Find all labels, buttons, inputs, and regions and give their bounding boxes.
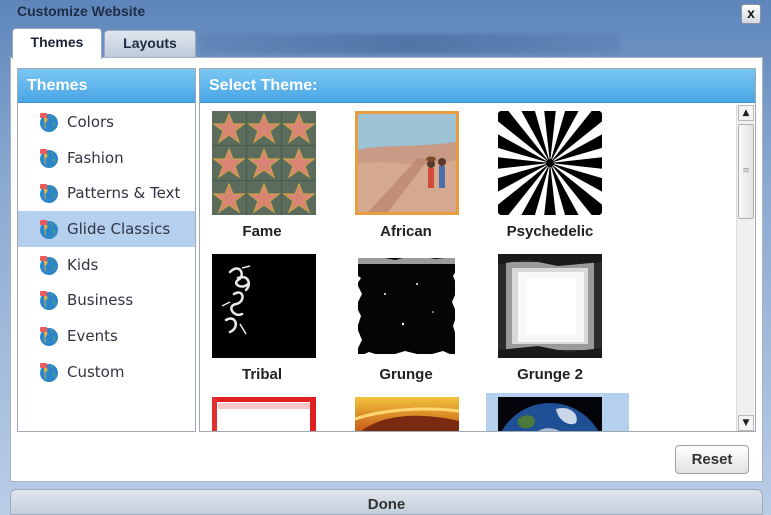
african-painting-icon — [358, 114, 456, 212]
category-label: Events — [67, 326, 118, 345]
category-label: Glide Classics — [67, 219, 171, 238]
globe-icon — [40, 112, 58, 132]
star-pattern-icon — [212, 111, 316, 215]
category-label: Patterns & Text — [67, 184, 181, 203]
theme-thumb-grunge-2[interactable] — [498, 254, 602, 358]
tribal-swirl-icon — [212, 254, 316, 358]
theme-thumb-row3-1[interactable] — [212, 397, 316, 431]
theme-thumb-tribal[interactable] — [212, 254, 316, 358]
globe-icon — [40, 184, 58, 204]
category-item-events[interactable]: Events — [18, 318, 195, 354]
category-label: Fashion — [67, 148, 124, 167]
category-label: Business — [67, 291, 134, 310]
category-list: Colors Fashion Patterns & Text Glide Cla… — [18, 103, 195, 390]
theme-label-psychedelic: Psychedelic — [506, 223, 594, 240]
category-item-business[interactable]: Business — [18, 282, 195, 318]
window-title: Customize Website — [17, 3, 146, 19]
scroll-up-arrow-icon[interactable]: ▲ — [738, 105, 754, 121]
category-label: Kids — [67, 255, 99, 274]
select-theme-panel: Select Theme: Fame African Psychedelic T… — [199, 68, 756, 432]
category-item-fashion[interactable]: Fashion — [18, 140, 195, 176]
globe-icon — [40, 219, 58, 239]
theme-thumb-psychedelic[interactable] — [498, 111, 602, 215]
select-theme-header: Select Theme: — [200, 69, 755, 103]
category-item-custom[interactable]: Custom — [18, 354, 195, 390]
theme-label-tribal: Tribal — [241, 366, 282, 383]
tab-themes[interactable]: Themes — [12, 28, 102, 59]
category-item-glide-classics[interactable]: Glide Classics — [18, 211, 195, 247]
grunge-texture-icon — [355, 254, 459, 358]
earth-icon — [498, 397, 602, 431]
theme-label-grunge-2: Grunge 2 — [517, 366, 583, 383]
category-label: Custom — [67, 362, 125, 381]
themes-category-panel: Themes Colors Fashion Patterns & Text Gl… — [17, 68, 196, 432]
theme-thumb-row3-3[interactable] — [498, 397, 602, 431]
scrollbar-thumb[interactable]: ≡ — [738, 124, 754, 219]
sunset-icon — [355, 397, 459, 431]
sunburst-icon — [498, 111, 602, 215]
scroll-down-arrow-icon[interactable]: ▼ — [738, 415, 754, 431]
grunge-frame-icon — [498, 254, 602, 358]
theme-grid: Fame African Psychedelic Tribal Grunge G… — [200, 104, 735, 431]
theme-thumb-fame[interactable] — [212, 111, 316, 215]
theme-label-african: African — [380, 223, 432, 240]
globe-icon — [40, 255, 58, 275]
category-item-patterns-text[interactable]: Patterns & Text — [18, 175, 195, 211]
globe-icon — [40, 148, 58, 168]
themes-header: Themes — [18, 69, 195, 103]
vertical-scrollbar[interactable]: ▲ ≡ ▼ — [736, 105, 754, 431]
done-button[interactable]: Done — [10, 489, 763, 515]
close-button[interactable]: x — [741, 4, 761, 24]
theme-thumb-row3-2[interactable] — [355, 397, 459, 431]
globe-icon — [40, 326, 58, 346]
reset-button[interactable]: Reset — [675, 445, 749, 474]
theme-label-fame: Fame — [242, 223, 282, 240]
theme-thumb-grunge[interactable] — [355, 254, 459, 358]
theme-thumb-african[interactable] — [355, 111, 459, 215]
category-item-colors[interactable]: Colors — [18, 104, 195, 140]
tab-layouts[interactable]: Layouts — [104, 30, 196, 57]
background-blur — [200, 34, 620, 54]
red-frame-icon — [212, 397, 316, 431]
category-item-kids[interactable]: Kids — [18, 247, 195, 283]
theme-label-grunge: Grunge — [379, 366, 433, 383]
globe-icon — [40, 291, 58, 311]
globe-icon — [40, 362, 58, 382]
category-label: Colors — [67, 112, 114, 131]
